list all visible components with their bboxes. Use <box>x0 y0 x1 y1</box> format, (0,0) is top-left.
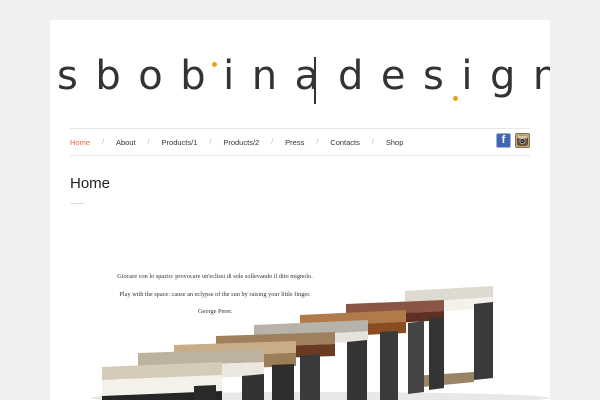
nav-separator: / <box>209 138 212 146</box>
quote-italian: Giocare con lo spazio: provocare un'ecli… <box>117 273 313 280</box>
nav-item-about[interactable]: About <box>116 138 136 147</box>
nav-item-contacts[interactable]: Contacts <box>330 138 360 147</box>
bench-leg <box>272 364 294 400</box>
bench-top <box>102 362 222 380</box>
bench-face <box>300 322 406 338</box>
site-logo[interactable]: sbobina design <box>50 38 550 108</box>
nav-separator: / <box>371 138 374 146</box>
bench-leg <box>194 385 216 400</box>
bench-top <box>138 349 264 366</box>
bench-leg <box>242 374 264 400</box>
bench-leg <box>405 303 412 320</box>
bench-face <box>174 353 296 371</box>
bench-leg <box>429 317 444 390</box>
nav-item-press[interactable]: Press <box>285 138 304 147</box>
main-navigation: Home / About / Products/1 / Products/2 /… <box>70 128 530 156</box>
bench-base <box>102 391 222 400</box>
bench-top <box>346 300 444 316</box>
nav-separator: / <box>316 138 319 146</box>
bench-face <box>102 375 222 397</box>
nav-item-products-1[interactable]: Products/1 <box>162 138 198 147</box>
quote-author: George Perec <box>198 308 232 315</box>
page-title: Home <box>70 175 111 192</box>
logo-accent-dot <box>453 96 458 101</box>
bench-leg <box>474 302 493 380</box>
facebook-icon[interactable]: f <box>496 133 511 148</box>
bench-top <box>405 286 493 303</box>
bench-top <box>174 341 296 358</box>
camera-glyph <box>517 135 528 146</box>
floor-shadow <box>90 392 550 400</box>
bench-leg <box>300 354 320 400</box>
logo-text-right: design <box>338 53 550 99</box>
title-underline <box>70 203 84 204</box>
nav-separator: / <box>271 138 274 146</box>
page-container: sbobina design Home / About / Products/1… <box>50 20 550 400</box>
nav-separator: / <box>102 138 104 146</box>
logo-divider <box>314 57 316 104</box>
bench-face <box>405 297 493 314</box>
bench-face <box>138 362 264 380</box>
nav-item-products-2[interactable]: Products/2 <box>223 138 259 147</box>
bench-top <box>254 320 368 337</box>
bench-leg <box>347 340 367 400</box>
quote-english: Play with the space: cause an eclypse of… <box>119 291 311 298</box>
bench-face <box>216 344 335 360</box>
bench-leg <box>380 331 398 400</box>
logo-text-left: sbobina <box>57 53 337 99</box>
logo-accent-dot <box>212 62 217 67</box>
social-links: f <box>496 133 530 148</box>
nav-item-shop[interactable]: Shop <box>386 138 404 147</box>
bench-leg <box>408 321 424 394</box>
bench-base <box>412 372 474 388</box>
bench-face <box>346 311 444 326</box>
nav-item-home[interactable]: Home <box>70 138 90 147</box>
bench-top <box>216 332 335 348</box>
instagram-icon[interactable] <box>515 133 530 148</box>
nav-separator: / <box>147 138 150 146</box>
bench-face <box>254 331 368 347</box>
